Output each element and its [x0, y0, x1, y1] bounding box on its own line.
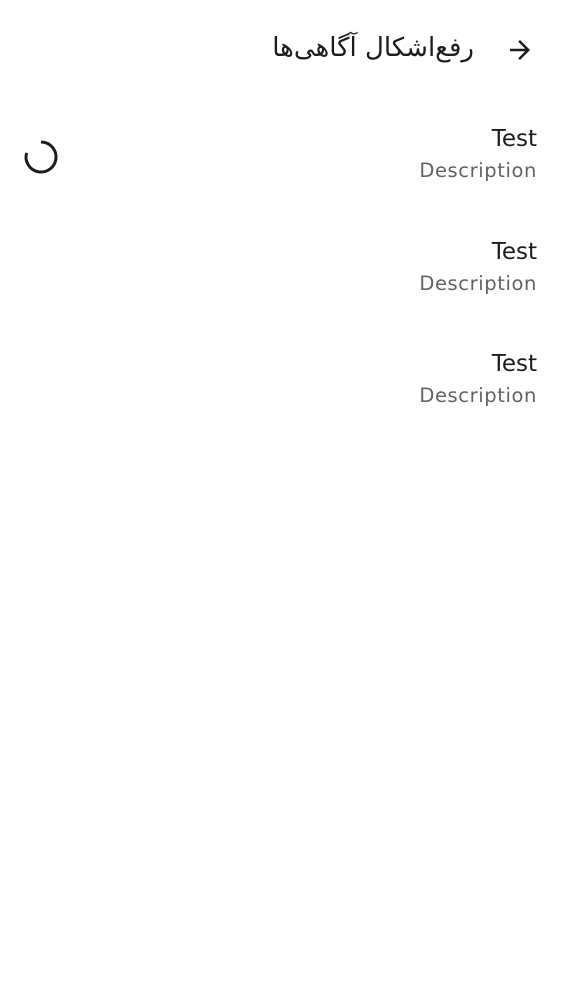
list-item-text: Test Description	[419, 347, 537, 411]
list-item-title: Test	[491, 351, 537, 377]
list-item-description: Description	[419, 271, 537, 295]
list-item-description: Description	[419, 159, 537, 182]
list-item-title: Test	[491, 126, 537, 152]
debug-list: Test Description Test Description Test D…	[0, 100, 562, 438]
loading-spinner-icon	[24, 140, 58, 174]
list-item-text: Test Description	[419, 122, 537, 186]
list-item-text: Test Description	[419, 235, 537, 299]
list-item-title: Test	[491, 238, 537, 265]
page-title: رفع‌اشکال آگاهی‌ها	[272, 33, 474, 63]
list-item[interactable]: Test Description	[0, 100, 562, 213]
back-button[interactable]	[496, 26, 544, 74]
list-item[interactable]: Test Description	[0, 325, 562, 438]
list-item-description: Description	[419, 384, 537, 407]
arrow-forward-icon	[510, 40, 530, 60]
app-bar: رفع‌اشکال آگاهی‌ها	[0, 0, 562, 100]
list-item[interactable]: Test Description	[0, 213, 562, 326]
